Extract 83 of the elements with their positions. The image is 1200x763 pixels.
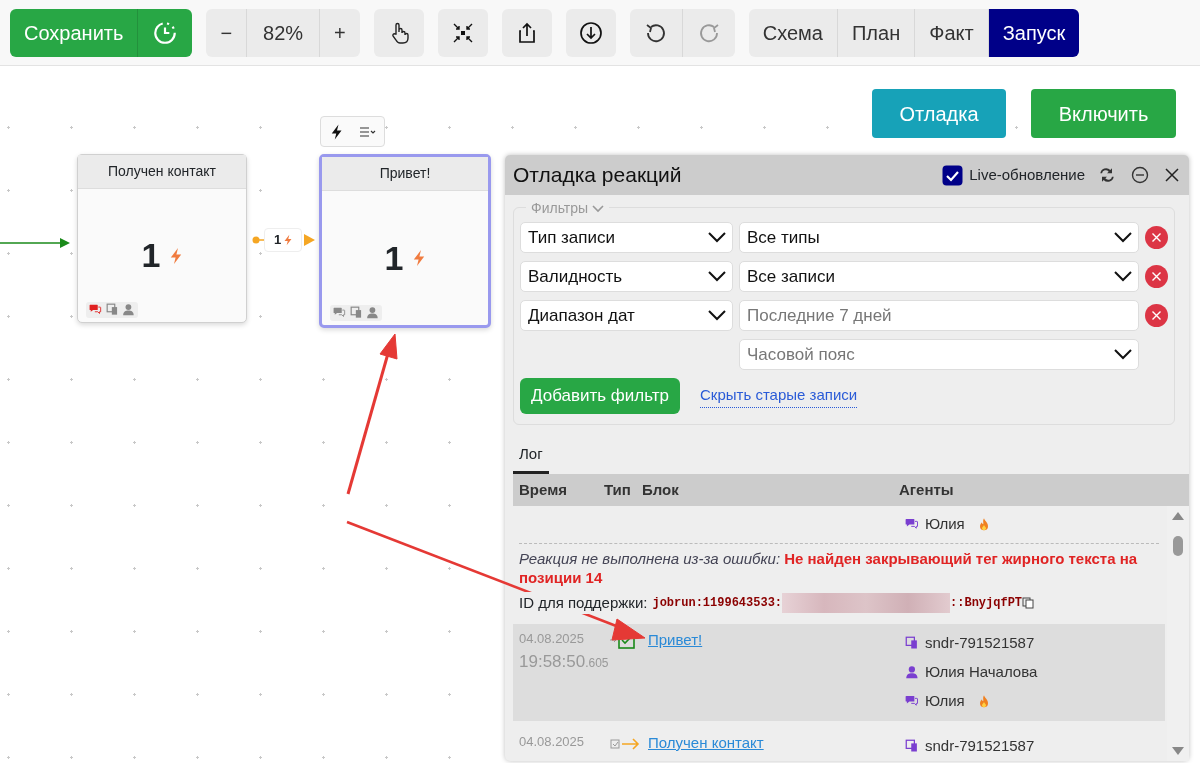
remove-filter-icon[interactable] bbox=[1145, 265, 1168, 288]
lightning-icon bbox=[413, 248, 426, 268]
undo-button[interactable] bbox=[629, 9, 682, 57]
chevron-down-icon bbox=[708, 271, 726, 282]
entry-arrow-icon bbox=[610, 737, 640, 752]
zoom-out-button[interactable]: − bbox=[206, 9, 247, 57]
fit-button[interactable] bbox=[437, 9, 488, 57]
filter-field-select[interactable]: Диапазон дат bbox=[520, 300, 733, 331]
filter-field-select[interactable]: Валидность bbox=[520, 261, 733, 292]
log-row[interactable]: 04.08.2025 19:58:50.605 Привет! sndr-791521587 Юлия Началова Юлия bbox=[513, 624, 1165, 721]
node-count: 1 bbox=[141, 235, 161, 276]
chevron-down-icon bbox=[1114, 349, 1132, 360]
connector-arrowhead bbox=[304, 234, 315, 246]
column-header: Тип bbox=[604, 479, 632, 500]
mode-tab[interactable]: План bbox=[837, 9, 915, 57]
list-menu-icon[interactable] bbox=[359, 124, 378, 139]
log-time: 19:58:50.605 bbox=[519, 650, 610, 673]
agent-name: sndr-791521587 bbox=[925, 736, 1035, 757]
export-button[interactable] bbox=[501, 9, 552, 57]
agent-name: Юлия bbox=[925, 514, 965, 535]
chat-icon bbox=[905, 517, 920, 532]
person-icon bbox=[905, 665, 920, 680]
connector-dot bbox=[252, 236, 264, 244]
error-message: Реакция не выполнена из-за ошибки: Не найден закрывающий тег жирного текста на позиции 14 bbox=[519, 550, 1139, 588]
flow-node[interactable]: Привет! 1 bbox=[319, 154, 491, 328]
connector-arrow bbox=[0, 237, 72, 249]
panel-title: Отладка реакций bbox=[513, 162, 683, 189]
edge-count: 1 bbox=[273, 231, 282, 250]
node-title: Привет! bbox=[322, 157, 488, 191]
flow-node[interactable]: Получен контакт 1 bbox=[77, 154, 247, 323]
pan-button[interactable] bbox=[373, 9, 424, 57]
support-id: ::BnyjqfPT bbox=[950, 594, 1023, 612]
chevron-down-icon bbox=[708, 310, 726, 321]
chat-icon bbox=[905, 694, 920, 709]
devices-icon bbox=[350, 306, 364, 320]
column-header: Время bbox=[518, 479, 568, 500]
zoom-in-button[interactable]: + bbox=[319, 9, 360, 57]
filter-value-select[interactable]: Все типы bbox=[739, 222, 1139, 253]
chevron-down-icon bbox=[708, 232, 726, 243]
mode-tab[interactable]: Факт bbox=[914, 9, 988, 57]
checkbox[interactable] bbox=[942, 164, 964, 186]
log-date: 04.08.2025 bbox=[519, 733, 586, 751]
date-range-field[interactable]: Последние 7 дней bbox=[739, 300, 1139, 331]
timezone-select[interactable]: Часовой пояс bbox=[739, 339, 1139, 370]
scrollbar[interactable] bbox=[1167, 506, 1189, 761]
history-icon bbox=[152, 20, 179, 46]
agent-name: Юлия Началова bbox=[925, 662, 1038, 683]
node-count: 1 bbox=[384, 237, 404, 279]
chevron-down-icon bbox=[1114, 271, 1132, 282]
agent-name: Юлия bbox=[925, 691, 965, 712]
checkbox-label[interactable]: Live-обновление bbox=[969, 163, 1085, 187]
devices-icon bbox=[905, 636, 920, 651]
filter-field-select[interactable]: Тип записи bbox=[520, 222, 733, 253]
mode-tab[interactable]: Запуск bbox=[987, 9, 1080, 57]
log-date: 04.08.2025 bbox=[519, 630, 586, 648]
column-header: Блок bbox=[642, 479, 680, 500]
minimize-icon[interactable] bbox=[1131, 166, 1149, 184]
scroll-thumb[interactable] bbox=[1173, 536, 1183, 556]
chevron-down-icon bbox=[1114, 232, 1132, 243]
devices-icon bbox=[905, 739, 920, 754]
devices-icon bbox=[106, 303, 120, 317]
filter-value-select[interactable]: Все записи bbox=[739, 261, 1139, 292]
remove-filter-icon[interactable] bbox=[1145, 226, 1168, 249]
copy-icon[interactable] bbox=[1022, 596, 1035, 609]
column-header: Агенты bbox=[899, 479, 954, 500]
scroll-up-icon bbox=[1172, 512, 1184, 520]
zoom-level: 82% bbox=[246, 9, 320, 57]
history-button[interactable] bbox=[137, 9, 193, 57]
support-id: jobrun:1199643533: bbox=[652, 594, 783, 612]
download-button[interactable] bbox=[565, 9, 616, 57]
log-row[interactable]: 04.08.2025 Получен контакт sndr-791521587 bbox=[513, 727, 1165, 761]
hide-old-link[interactable]: Скрыть старые записи bbox=[700, 384, 858, 408]
node-title: Получен контакт bbox=[78, 155, 246, 189]
close-icon[interactable] bbox=[1165, 168, 1179, 182]
person-icon bbox=[366, 306, 380, 320]
remove-filter-icon[interactable] bbox=[1145, 304, 1168, 327]
scroll-down-icon bbox=[1172, 747, 1184, 755]
mode-tab[interactable]: Схема bbox=[748, 9, 837, 57]
support-id-label: ID для поддержки: bbox=[519, 591, 648, 614]
person-icon bbox=[122, 303, 136, 317]
lightning-icon bbox=[284, 233, 293, 247]
agent-name: sndr-791521587 bbox=[925, 633, 1035, 654]
download-icon bbox=[578, 21, 603, 45]
